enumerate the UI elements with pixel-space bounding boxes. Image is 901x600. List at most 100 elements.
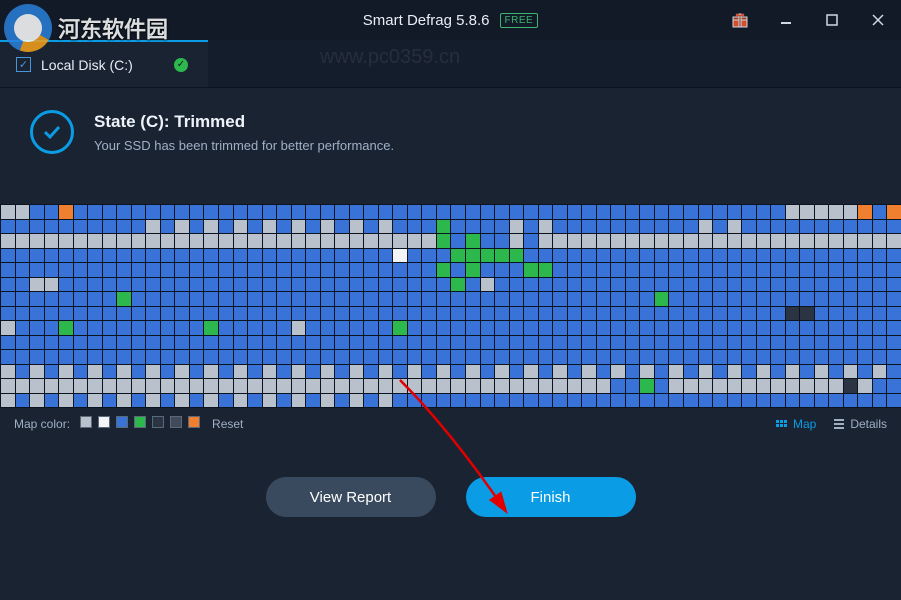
legend-swatch[interactable]: [170, 416, 182, 428]
map-cell: [815, 292, 829, 306]
map-cell: [887, 394, 901, 408]
map-cell: [74, 394, 88, 408]
map-cell: [30, 249, 44, 263]
map-cell: [45, 394, 59, 408]
map-cell: [379, 307, 393, 321]
map-cell: [437, 234, 451, 248]
map-cell: [669, 336, 683, 350]
map-cell: [292, 220, 306, 234]
map-cell: [553, 350, 567, 364]
legend-swatch[interactable]: [188, 416, 200, 428]
map-cell: [234, 394, 248, 408]
map-cell: [175, 205, 189, 219]
map-cell: [553, 205, 567, 219]
map-cell: [669, 321, 683, 335]
map-cell: [640, 292, 654, 306]
map-cell: [699, 292, 713, 306]
map-cell: [234, 220, 248, 234]
map-cell: [481, 220, 495, 234]
map-cell: [335, 336, 349, 350]
map-cell: [234, 336, 248, 350]
map-cell: [204, 278, 218, 292]
map-cell: [640, 307, 654, 321]
legend-swatch[interactable]: [134, 416, 146, 428]
map-cell: [248, 350, 262, 364]
map-cell: [844, 278, 858, 292]
map-cell: [771, 350, 785, 364]
map-cell: [466, 263, 480, 277]
map-cell: [437, 365, 451, 379]
map-cell: [640, 365, 654, 379]
reset-link[interactable]: Reset: [212, 417, 243, 431]
map-cell: [132, 336, 146, 350]
map-cell: [161, 292, 175, 306]
map-cell: [146, 220, 160, 234]
map-cell: [553, 234, 567, 248]
map-cell: [858, 336, 872, 350]
close-button[interactable]: [855, 0, 901, 40]
legend-swatch[interactable]: [116, 416, 128, 428]
map-cell: [59, 394, 73, 408]
finish-button[interactable]: Finish: [466, 477, 636, 517]
watermark-logo: 河东软件园: [0, 0, 200, 56]
map-cell: [728, 249, 742, 263]
map-cell: [45, 350, 59, 364]
map-cell: [524, 292, 538, 306]
map-cell: [263, 307, 277, 321]
map-cell: [815, 249, 829, 263]
map-cell: [495, 394, 509, 408]
map-cell: [655, 278, 669, 292]
map-cell: [655, 220, 669, 234]
map-cell: [800, 307, 814, 321]
map-cell: [451, 263, 465, 277]
map-cell: [59, 263, 73, 277]
map-cell: [611, 307, 625, 321]
map-cell: [175, 321, 189, 335]
map-cell: [103, 205, 117, 219]
tab-checkbox[interactable]: ✓: [16, 57, 31, 72]
maximize-button[interactable]: [809, 0, 855, 40]
gift-icon[interactable]: [717, 0, 763, 40]
view-toggle-details[interactable]: Details: [834, 417, 887, 431]
map-cell: [45, 234, 59, 248]
map-cell: [655, 350, 669, 364]
map-cell: [451, 307, 465, 321]
map-cell: [873, 234, 887, 248]
map-cell: [728, 220, 742, 234]
legend-swatch[interactable]: [98, 416, 110, 428]
map-cell: [335, 394, 349, 408]
map-cell: [379, 379, 393, 393]
map-cell: [393, 321, 407, 335]
map-cell: [684, 205, 698, 219]
map-cell: [829, 249, 843, 263]
map-cell: [510, 379, 524, 393]
map-cell: [669, 365, 683, 379]
view-toggle-map[interactable]: Map: [776, 417, 816, 431]
map-cell: [219, 350, 233, 364]
map-cell: [74, 365, 88, 379]
map-cell: [786, 379, 800, 393]
map-cell: [728, 205, 742, 219]
map-cell: [728, 278, 742, 292]
minimize-button[interactable]: [763, 0, 809, 40]
map-cell: [408, 379, 422, 393]
state-title: State (C): Trimmed: [94, 112, 394, 132]
map-cell: [844, 336, 858, 350]
map-cell: [669, 394, 683, 408]
map-cell: [103, 307, 117, 321]
map-cell: [887, 365, 901, 379]
legend-swatch[interactable]: [80, 416, 92, 428]
map-cell: [800, 336, 814, 350]
map-cell: [800, 263, 814, 277]
map-cell: [335, 263, 349, 277]
map-cell: [495, 350, 509, 364]
legend-label: Map color:: [14, 417, 70, 431]
map-cell: [873, 336, 887, 350]
map-cell: [597, 220, 611, 234]
map-cell: [873, 365, 887, 379]
map-cell: [582, 263, 596, 277]
map-cell: [437, 394, 451, 408]
map-cell: [815, 220, 829, 234]
view-report-button[interactable]: View Report: [266, 477, 436, 517]
legend-swatch[interactable]: [152, 416, 164, 428]
